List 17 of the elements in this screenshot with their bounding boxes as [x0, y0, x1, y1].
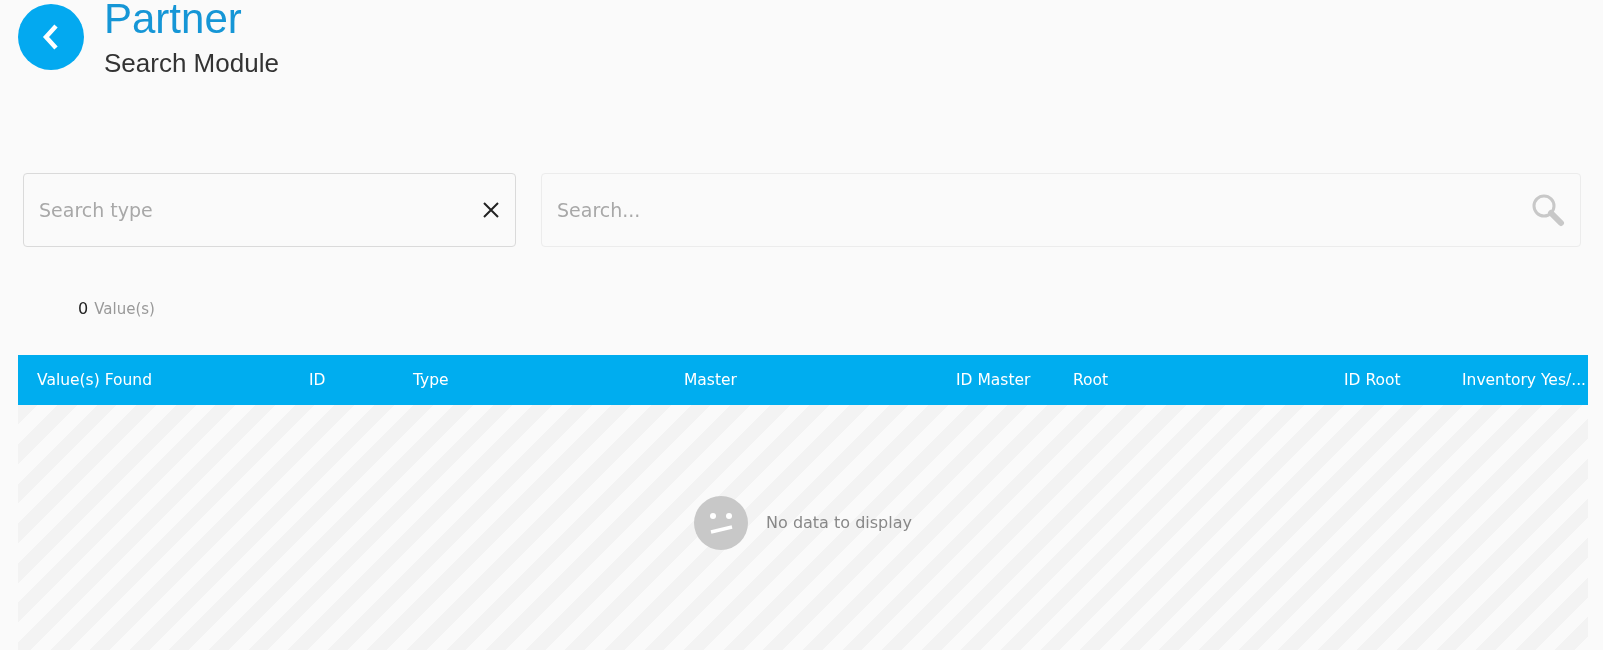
column-header[interactable]: Inventory Yes/... — [1462, 371, 1588, 389]
column-header[interactable]: Type — [413, 371, 684, 389]
result-count: 0 — [78, 299, 89, 318]
chevron-left-icon — [41, 22, 61, 52]
confused-face-icon — [694, 495, 749, 550]
close-icon[interactable] — [482, 201, 500, 219]
column-header[interactable]: Master — [684, 371, 956, 389]
empty-message: No data to display — [766, 513, 912, 532]
page-subtitle: Search Module — [104, 48, 279, 80]
column-header[interactable]: Root — [1073, 371, 1344, 389]
column-header[interactable]: ID — [309, 371, 413, 389]
column-header[interactable]: Value(s) Found — [37, 371, 309, 389]
page-title: Partner — [104, 0, 242, 44]
result-count-label: Value(s) — [94, 300, 155, 318]
column-header[interactable]: ID Master — [956, 371, 1073, 389]
column-header[interactable]: ID Root — [1344, 371, 1462, 389]
search-icon[interactable] — [1531, 193, 1565, 227]
